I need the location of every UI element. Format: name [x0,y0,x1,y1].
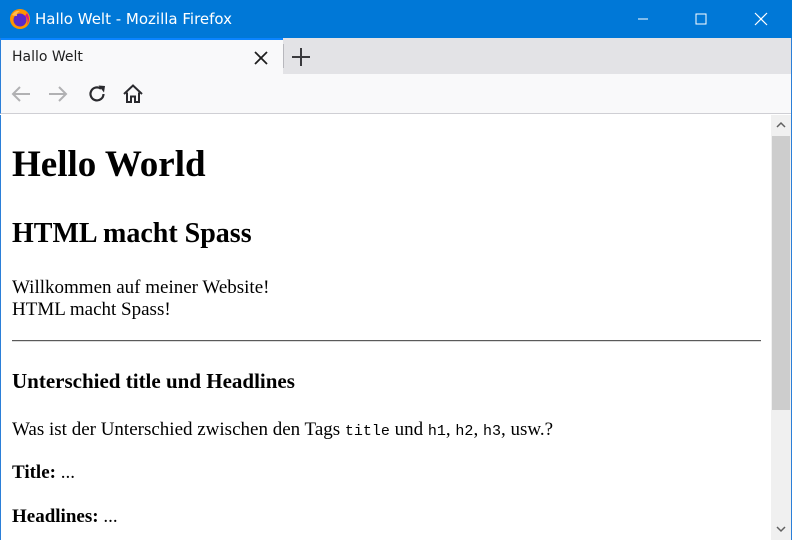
chevron-up-icon [776,121,786,128]
forward-arrow-icon[interactable] [46,82,70,106]
maximize-icon [695,13,707,25]
scrollbar-thumb[interactable] [772,136,790,410]
title-value: ... [55,462,75,483]
headlines-paragraph: Headlines: ... [12,506,118,528]
vertical-scrollbar[interactable] [771,115,791,540]
minimize-button[interactable] [614,0,672,38]
window-title: Hallo Welt - Mozilla Firefox [35,10,233,28]
question-text-1: Was ist der Unterschied zwischen den Tag… [12,419,345,440]
window-titlebar: Hallo Welt - Mozilla Firefox [0,0,792,38]
firefox-logo-icon [10,9,30,29]
headlines-label: Headlines: [12,506,99,527]
code-title: title [344,423,390,440]
code-h1: h1 [427,423,446,440]
scroll-up-button[interactable] [771,115,791,135]
reload-icon[interactable] [85,82,109,106]
heading-unterschied: Unterschied title und Headlines [12,369,295,393]
chevron-down-icon [776,526,786,533]
question-sep-1: , [445,419,456,440]
tab-label: Hallo Welt [12,49,83,65]
tab-hallo-welt[interactable]: Hallo Welt [1,38,283,74]
question-paragraph: Was ist der Unterschied zwischen den Tag… [12,419,553,443]
minimize-icon [638,18,648,20]
code-h3: h3 [482,423,501,440]
title-paragraph: Title: ... [12,462,75,484]
horizontal-rule [12,340,761,342]
close-icon [754,12,768,26]
back-arrow-icon[interactable] [9,82,33,106]
maximize-button[interactable] [672,0,730,38]
intro-line-1: Willkommen auf meiner Website! [12,277,270,298]
home-icon[interactable] [121,82,145,106]
tab-divider [283,44,284,68]
page-viewport: Hello World HTML macht Spass Willkommen … [0,115,771,540]
headlines-value: ... [98,506,118,527]
title-label: Title: [12,462,56,483]
tab-strip: Hallo Welt [0,38,792,74]
intro-line-2: HTML macht Spass! [12,299,171,320]
heading-hello-world: Hello World [12,144,206,185]
intro-paragraph: Willkommen auf meiner Website! HTML mach… [12,277,269,321]
scroll-down-button[interactable] [771,518,791,540]
tab-close-icon[interactable] [251,48,271,68]
close-window-button[interactable] [732,0,790,38]
question-text-2: und [389,419,428,440]
code-h2: h2 [455,423,474,440]
new-tab-plus-icon[interactable] [288,44,314,70]
question-sep-2: , [473,419,483,440]
heading-html-macht-spass: HTML macht Spass [12,218,252,249]
question-text-3: , usw.? [500,419,554,440]
navigation-toolbar [0,74,792,114]
